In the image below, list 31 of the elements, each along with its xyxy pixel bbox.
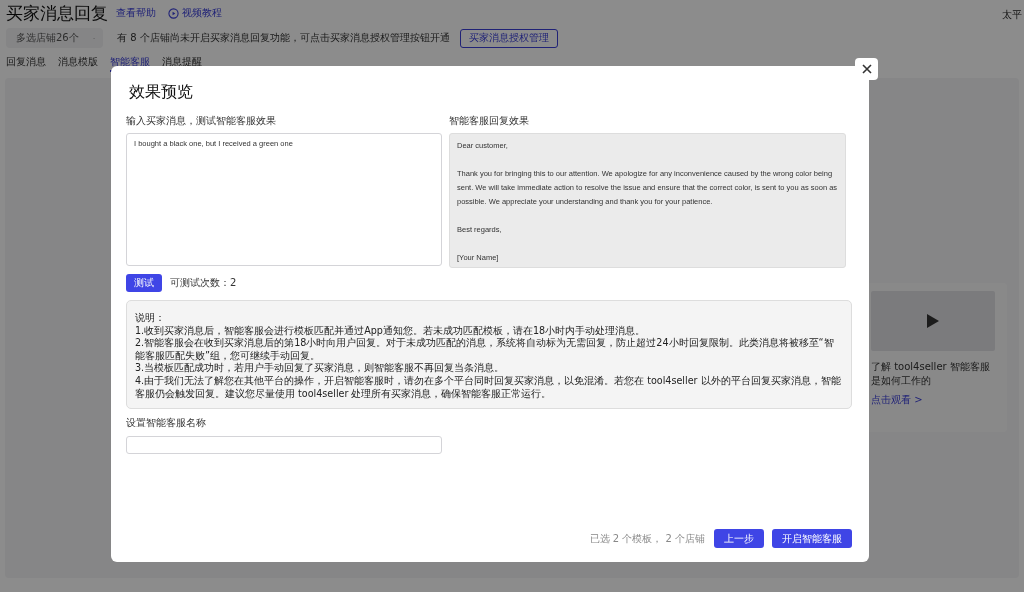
back-button[interactable]: 上一步 — [714, 529, 764, 548]
notice-text: 有 8 个店铺尚未开启买家消息回复功能，可点击买家消息授权管理按钮开通 — [117, 31, 450, 45]
play-circle-icon — [168, 7, 179, 19]
name-input-field[interactable] — [126, 436, 442, 455]
region-label: 太平 — [1002, 8, 1022, 22]
tab[interactable]: 消息提醒 — [162, 54, 202, 72]
close-icon — [861, 64, 872, 74]
page-title: 买家消息回复 — [6, 1, 108, 25]
input-label: 输入买家消息，测试智能客服效果 — [126, 115, 277, 127]
selection-summary: 已选 2 个模板， 2 个店铺 — [589, 531, 705, 546]
dialog-title: 效果预览 — [129, 82, 194, 103]
note-line: 3.当模板匹配成功时，若用户手动回复了买家消息，则智能客服不再回复当条消息。 — [135, 362, 506, 375]
remaining-count: 可测试次数：2 — [170, 276, 237, 290]
play-icon — [927, 314, 939, 328]
note-line: 1.收到买家消息后，智能客服会进行模板匹配并通过App通知您。若未成功匹配模板，请在18小时内手动处理消息。 — [135, 324, 647, 337]
auth-management-button[interactable]: 买家消息授权管理 — [459, 28, 558, 48]
test-button[interactable]: 测试 — [126, 274, 162, 292]
video-tutorial-link[interactable]: 视频教程 — [168, 6, 222, 20]
watch-link[interactable]: 点击观看 > — [871, 393, 923, 407]
tab[interactable]: 回复消息 — [6, 54, 46, 72]
help-link[interactable]: 查看帮助 — [116, 6, 156, 20]
reply-label: 智能客服回复效果 — [449, 115, 530, 127]
store-select[interactable]: 多选店铺26个 — [6, 28, 103, 48]
start-button[interactable]: 开启智能客服 — [772, 529, 852, 548]
name-label: 设置智能客服名称 — [126, 417, 207, 430]
note-line: 4.由于我们无法了解您在其他平台的操作，开启智能客服时，请勿在多个平台同时回复买家消息，以免混淆。若您在 tool4seller 以外的平台回复买家消息，智能客服仍会触发回复。建议您尽量使用 tool4seller 处理所有买家消息，确保智能客服正常运行。 — [135, 374, 842, 401]
tab[interactable]: 消息模版 — [58, 54, 98, 72]
video-card-title: 了解 tool4seller 智能客服是如何工作的 — [871, 360, 991, 388]
video-thumbnail[interactable] — [871, 291, 995, 351]
notes-title: 说明： — [135, 312, 166, 325]
note-line: 2.智能客服会在收到买家消息后的第18小时向用户回复。对于未成功匹配的消息，系统将自动标为无需回复，防止超过24小时回复限制。此类消息将被移至“智能客服匹配失败”组，您可继续手动回复。 — [135, 337, 835, 362]
